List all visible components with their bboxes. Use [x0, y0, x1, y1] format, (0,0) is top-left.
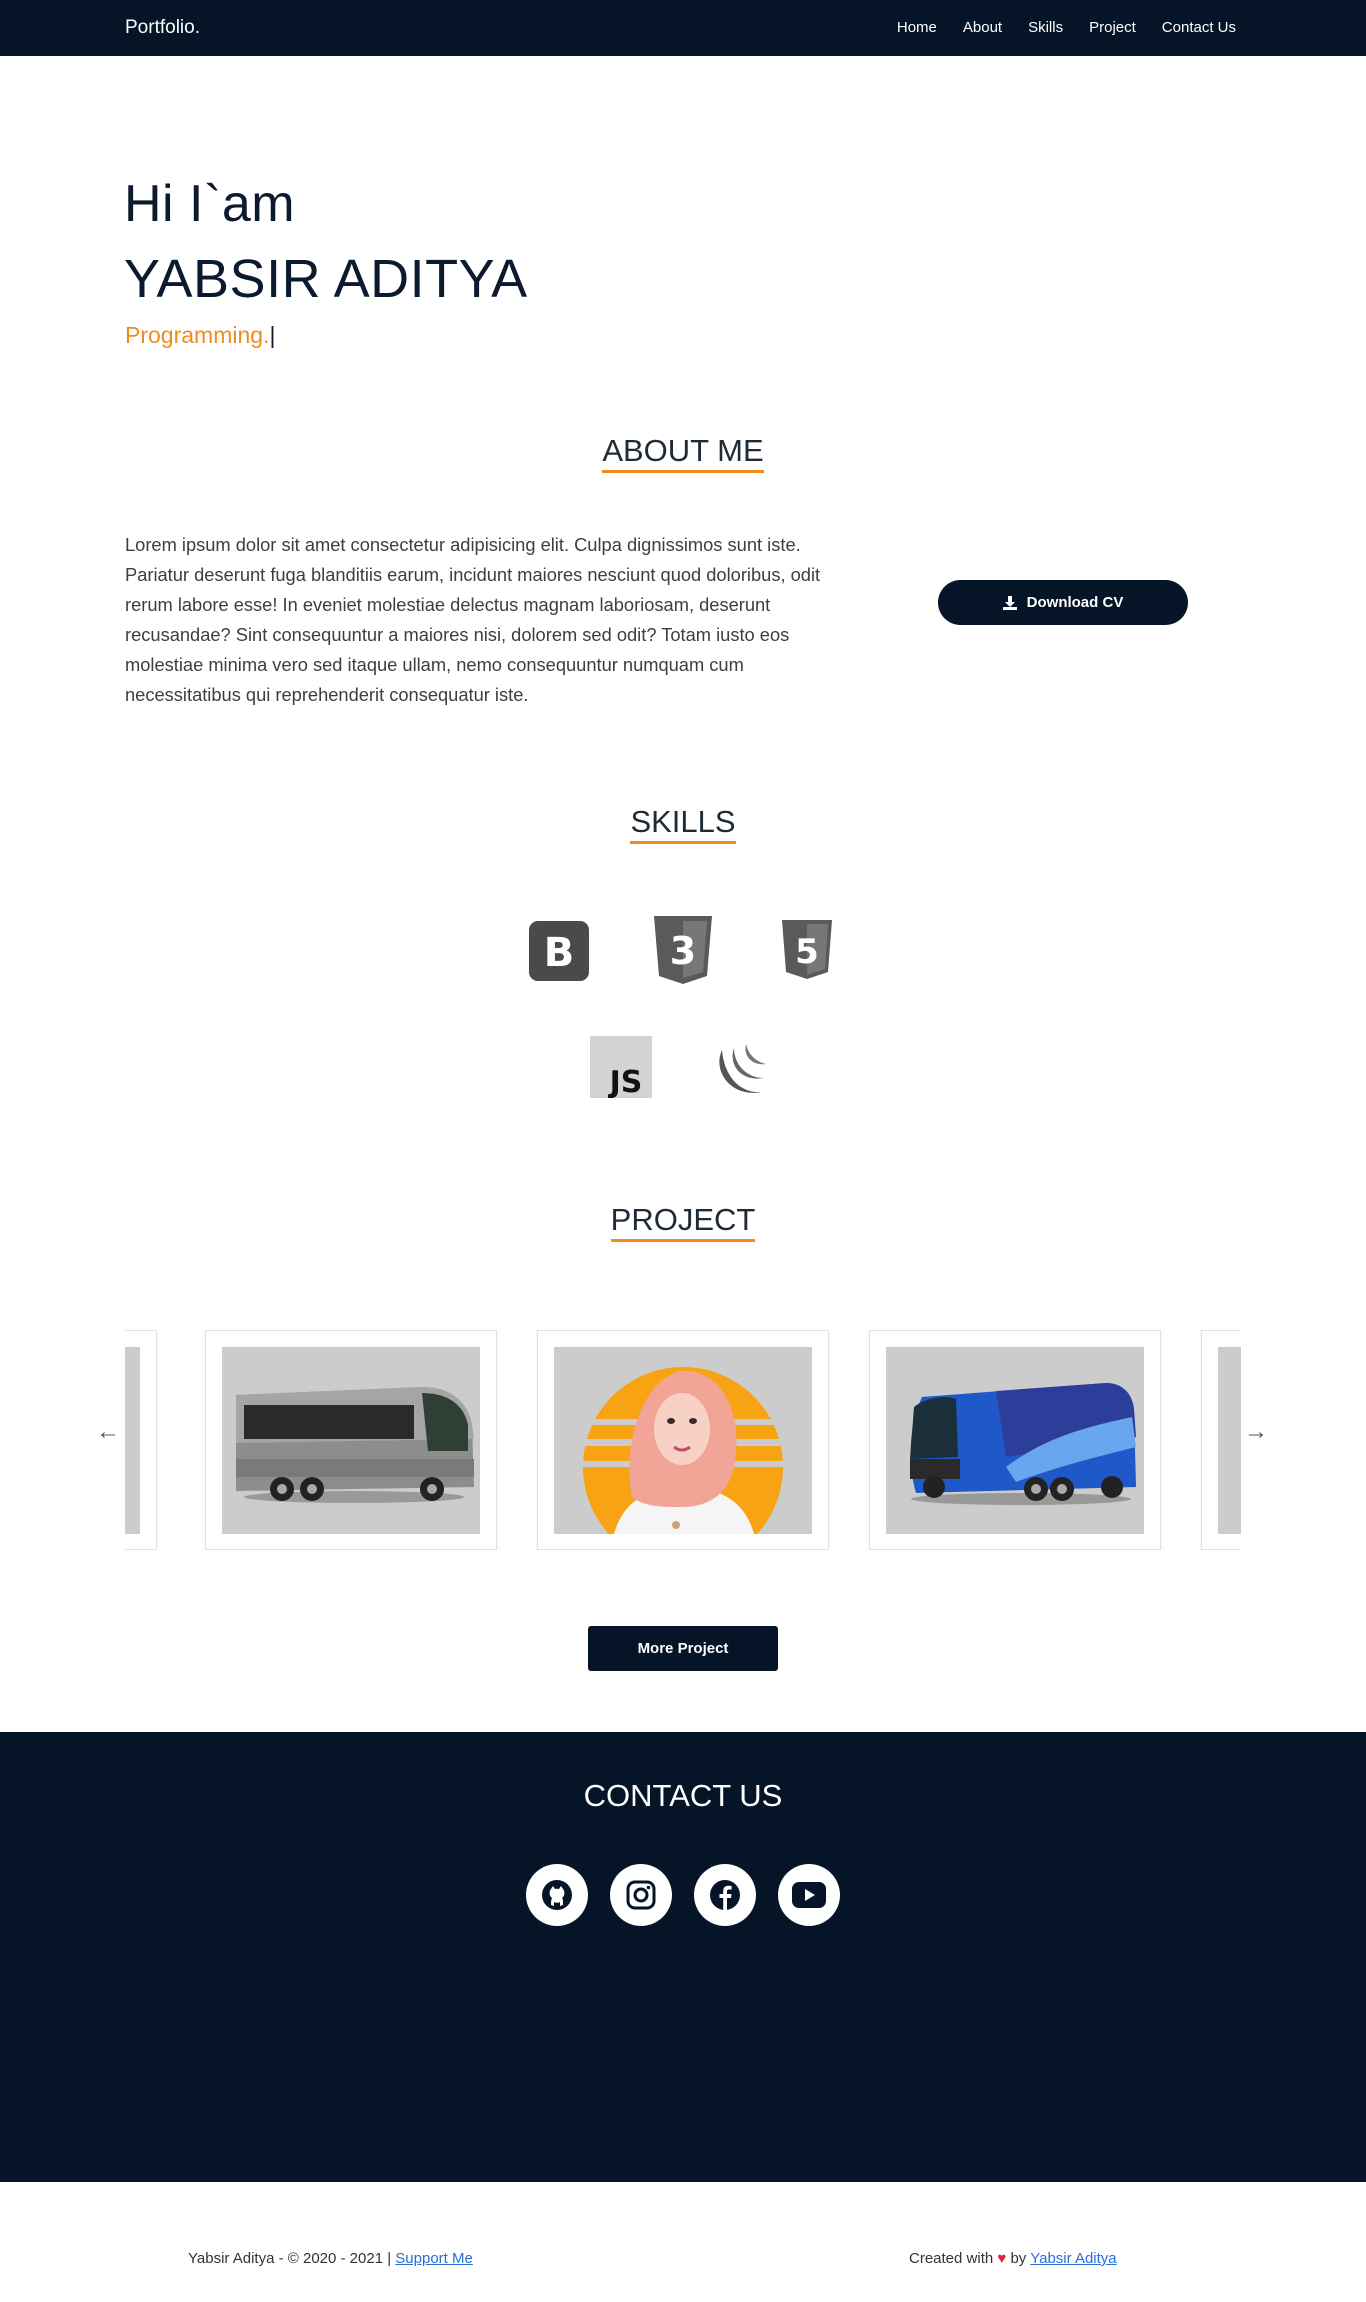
- blue-bus-image: [886, 1347, 1144, 1534]
- youtube-button[interactable]: [778, 1864, 840, 1926]
- about-title-text: ABOUT ME: [602, 434, 764, 473]
- hero-role: Programming.|: [125, 322, 275, 349]
- social-links: [0, 1864, 1366, 1926]
- skills-title-text: SKILLS: [630, 805, 736, 844]
- css3-number: 3: [670, 929, 696, 973]
- project-card[interactable]: [869, 1330, 1161, 1550]
- javascript-text: JS: [608, 1065, 643, 1098]
- download-cv-label: Download CV: [1026, 594, 1124, 611]
- about-title: ABOUT ME: [0, 433, 1366, 473]
- project-image-partial: [1218, 1347, 1241, 1534]
- project-card[interactable]: [537, 1330, 829, 1550]
- skills-title: SKILLS: [0, 804, 1366, 844]
- footer-credit: Created with ♥ by Yabsir Aditya: [909, 2250, 1117, 2267]
- portrait-image: [554, 1347, 812, 1534]
- project-card[interactable]: [205, 1330, 497, 1550]
- jquery-icon: [712, 1032, 778, 1103]
- brand-logo[interactable]: Portfolio.: [125, 17, 200, 39]
- carousel-next-arrow[interactable]: →: [1244, 1418, 1268, 1446]
- download-icon: [1002, 595, 1017, 610]
- created-with-text: Created with: [909, 2250, 994, 2267]
- bootstrap-icon: B: [528, 920, 590, 987]
- html5-icon: 5: [780, 918, 834, 987]
- support-me-link[interactable]: Support Me: [395, 2250, 473, 2267]
- footer-wave: [0, 2060, 1366, 2176]
- navbar: Portfolio. Home About Skills Project Con…: [0, 0, 1366, 56]
- github-icon: [542, 1880, 572, 1910]
- project-title: PROJECT: [0, 1202, 1366, 1242]
- javascript-icon: JS: [590, 1036, 652, 1103]
- project-card[interactable]: [125, 1330, 157, 1550]
- instagram-icon: [626, 1880, 656, 1910]
- facebook-icon: [710, 1880, 740, 1910]
- project-card[interactable]: [1201, 1330, 1241, 1550]
- nav-links: Home About Skills Project Contact Us: [897, 19, 1236, 36]
- facebook-button[interactable]: [694, 1864, 756, 1926]
- project-image-partial: [125, 1347, 140, 1534]
- nav-skills[interactable]: Skills: [1028, 19, 1063, 36]
- nav-contact[interactable]: Contact Us: [1162, 19, 1236, 36]
- typing-cursor: |: [269, 322, 276, 348]
- by-text: by: [1010, 2250, 1027, 2267]
- copyright-text: Yabsir Aditya - © 2020 - 2021 |: [188, 2250, 392, 2267]
- project-title-text: PROJECT: [610, 1203, 756, 1242]
- contact-title: CONTACT US: [583, 1778, 783, 1813]
- nav-project[interactable]: Project: [1089, 19, 1136, 36]
- hero-greeting: Hi I`am: [124, 175, 296, 233]
- silver-bus-image: [222, 1347, 480, 1534]
- download-cv-button[interactable]: Download CV: [938, 580, 1188, 625]
- hero-name: YABSIR ADITYA: [124, 249, 528, 309]
- bootstrap-letter: B: [544, 930, 575, 976]
- youtube-icon: [792, 1882, 826, 1908]
- more-project-button[interactable]: More Project: [588, 1626, 778, 1671]
- nav-about[interactable]: About: [963, 19, 1002, 36]
- css3-icon: 3: [652, 914, 714, 991]
- author-link[interactable]: Yabsir Aditya: [1030, 2250, 1116, 2267]
- nav-home[interactable]: Home: [897, 19, 937, 36]
- footer-copyright: Yabsir Aditya - © 2020 - 2021 | Support …: [188, 2250, 473, 2267]
- html5-number: 5: [795, 932, 819, 972]
- instagram-button[interactable]: [610, 1864, 672, 1926]
- github-button[interactable]: [526, 1864, 588, 1926]
- hero-role-text: Programming.: [125, 322, 270, 348]
- heart-icon: ♥: [997, 2250, 1007, 2267]
- carousel-prev-arrow[interactable]: ←: [96, 1418, 120, 1446]
- project-carousel: [125, 1330, 1241, 1550]
- about-text: Lorem ipsum dolor sit amet consectetur a…: [125, 534, 821, 705]
